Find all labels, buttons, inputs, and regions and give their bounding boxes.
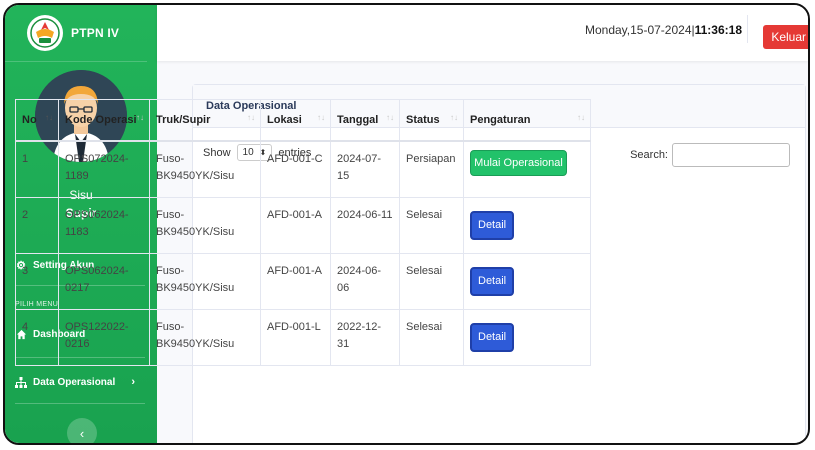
cell-lokasi: AFD-001-A	[260, 196, 331, 254]
cell-status: Selesai	[399, 196, 464, 254]
cell-kode-operasi: OPS122022-0216	[58, 308, 150, 366]
ptpn-logo	[27, 15, 63, 51]
column-header-pengaturan[interactable]: Pengaturan ↑↓	[463, 99, 591, 142]
search-label: Search:	[630, 149, 668, 161]
detail-button[interactable]: Detail	[470, 210, 515, 240]
cell-status: Selesai	[399, 308, 464, 366]
datetime: Monday,15-07-2024|11:36:18	[585, 23, 742, 37]
column-header-lokasi[interactable]: Lokasi ↑↓	[260, 99, 331, 142]
cell-pengaturan: Detail	[463, 252, 591, 310]
topbar: Monday,15-07-2024|11:36:18 Keluar	[157, 5, 808, 61]
cell-status: Selesai	[399, 252, 464, 310]
sort-icon: ↑↓	[386, 113, 394, 122]
cell-tanggal: 2024-07-15	[330, 140, 400, 198]
detail-button[interactable]: Detail	[470, 266, 515, 296]
app-frame: PTPN IV Sisu Supir ⚙ Setting Akun PILIH …	[3, 3, 810, 445]
cell-lokasi: AFD-001-A	[260, 252, 331, 310]
cell-truk-supir: Fuso-BK9450YK/Sisu	[149, 196, 261, 254]
chevron-left-icon: ‹	[79, 425, 85, 441]
table-row: 3 OPS062024-0217 Fuso-BK9450YK/Sisu AFD-…	[15, 252, 591, 310]
search-input[interactable]	[672, 143, 790, 167]
topbar-divider	[747, 15, 748, 43]
column-header-truk-supir[interactable]: Truk/Supir ↑↓	[149, 99, 261, 142]
logout-button[interactable]: Keluar	[763, 25, 808, 49]
brand-title: PTPN IV	[71, 26, 120, 40]
sort-icon: ↑↓	[45, 113, 53, 122]
sidebar-divider	[15, 403, 145, 404]
table-row: 2 OPS062024-1183 Fuso-BK9450YK/Sisu AFD-…	[15, 196, 591, 254]
cell-truk-supir: Fuso-BK9450YK/Sisu	[149, 308, 261, 366]
cell-truk-supir: Fuso-BK9450YK/Sisu	[149, 140, 261, 198]
cell-tanggal: 2024-06-06	[330, 252, 400, 310]
cell-pengaturan: Mulai Operasional	[463, 140, 591, 198]
cell-pengaturan: Detail	[463, 196, 591, 254]
mulai-operasional-button[interactable]: Mulai Operasional	[470, 150, 567, 176]
sort-icon: ↑↓	[136, 113, 144, 122]
sidebar-toggle-button[interactable]: ‹	[67, 418, 97, 443]
table-header-row: No ↑↓ Kode Operasi ↑↓ Truk/Supir ↑↓ Lokasi ↑…	[15, 99, 591, 142]
cell-no: 4	[15, 308, 59, 366]
cell-status: Persiapan	[399, 140, 464, 198]
cell-no: 3	[15, 252, 59, 310]
sort-icon: ↑↓	[450, 113, 458, 122]
cell-no: 2	[15, 196, 59, 254]
current-date: Monday,15-07-2024|	[584, 23, 695, 37]
chevron-right-icon: ›	[131, 376, 135, 388]
sitemap-icon	[15, 376, 27, 388]
sort-icon: ↑↓	[247, 113, 255, 122]
cell-no: 1	[15, 140, 59, 198]
sidebar-item-label: Data Operasional	[33, 376, 116, 388]
cell-tanggal: 2022-12-31	[330, 308, 400, 366]
cell-kode-operasi: OPS062024-1183	[58, 196, 150, 254]
cell-tanggal: 2024-06-11	[330, 196, 400, 254]
sidebar-item-data-operasional[interactable]: Data Operasional ›	[15, 376, 145, 388]
sort-icon: ↑↓	[317, 113, 325, 122]
cell-kode-operasi: OPS062024-0217	[58, 252, 150, 310]
column-header-status[interactable]: Status ↑↓	[399, 99, 464, 142]
operasional-table: No ↑↓ Kode Operasi ↑↓ Truk/Supir ↑↓ Lokasi ↑…	[15, 99, 591, 366]
cell-pengaturan: Detail	[463, 308, 591, 366]
column-header-no[interactable]: No ↑↓	[15, 99, 59, 142]
cell-truk-supir: Fuso-BK9450YK/Sisu	[149, 252, 261, 310]
current-time: 11:36:18	[694, 23, 742, 37]
cell-lokasi: AFD-001-L	[260, 308, 331, 366]
table-row: 4 OPS122022-0216 Fuso-BK9450YK/Sisu AFD-…	[15, 308, 591, 366]
sort-icon: ↑↓	[577, 113, 585, 122]
cell-kode-operasi: OPS072024-1189	[58, 140, 150, 198]
cell-lokasi: AFD-001-C	[260, 140, 331, 198]
brand[interactable]: PTPN IV	[5, 5, 147, 62]
table-row: 1 OPS072024-1189 Fuso-BK9450YK/Sisu AFD-…	[15, 140, 591, 198]
column-header-kode-operasi[interactable]: Kode Operasi ↑↓	[58, 99, 150, 142]
column-header-tanggal[interactable]: Tanggal ↑↓	[330, 99, 400, 142]
detail-button[interactable]: Detail	[470, 322, 515, 352]
